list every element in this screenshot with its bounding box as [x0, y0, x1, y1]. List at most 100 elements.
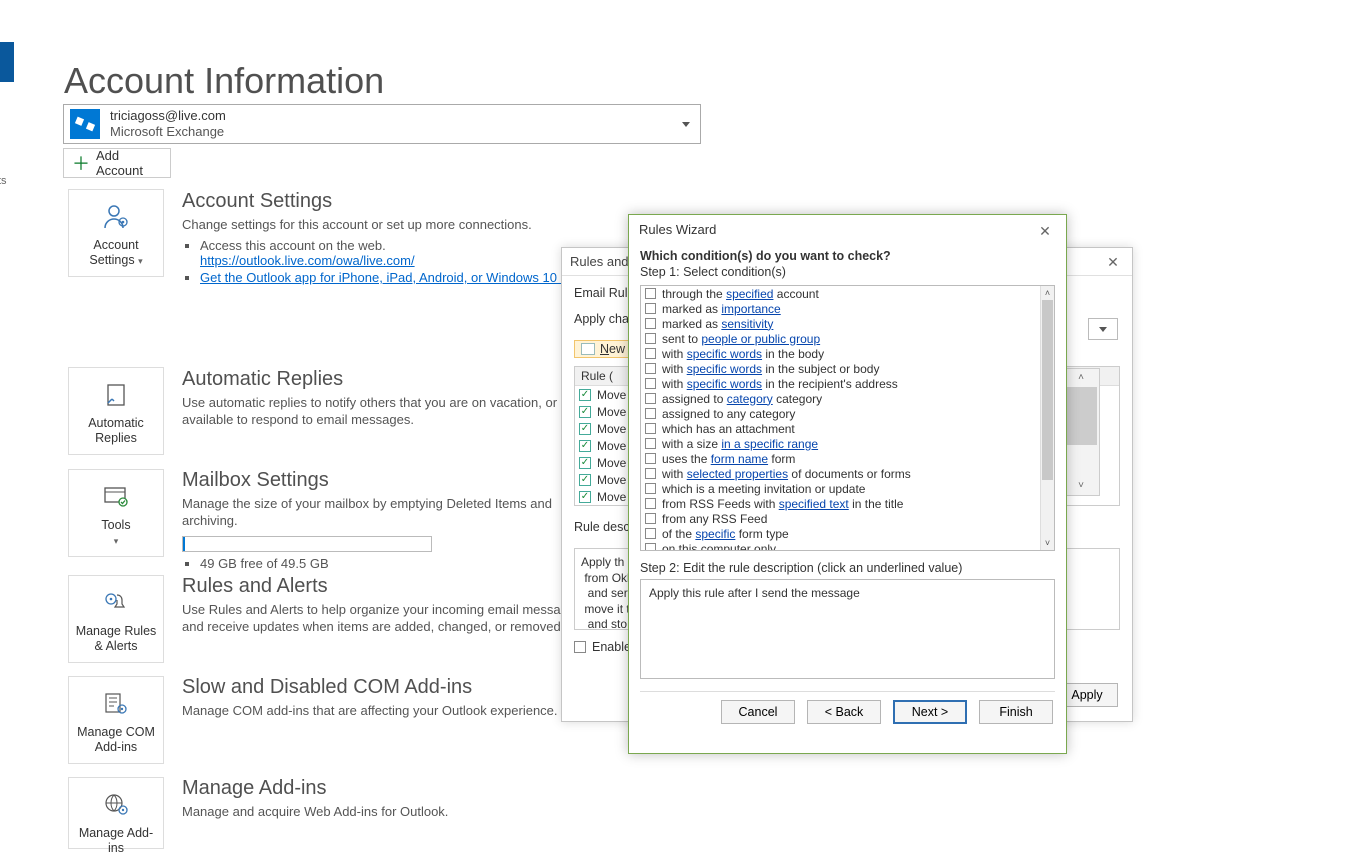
- page-title: Account Information: [64, 60, 384, 102]
- account-type: Microsoft Exchange: [110, 124, 682, 140]
- condition-checkbox[interactable]: [645, 393, 656, 404]
- conditions-scrollbar[interactable]: ˄ ˅: [1040, 286, 1054, 550]
- condition-link[interactable]: in a specific range: [721, 437, 818, 451]
- condition-checkbox[interactable]: [645, 303, 656, 314]
- rule-checkbox[interactable]: [579, 491, 591, 503]
- wizard-step2-label: Step 2: Edit the rule description (click…: [640, 561, 1055, 575]
- condition-link[interactable]: selected properties: [687, 467, 788, 481]
- tile-manage-com-addins[interactable]: Manage COM Add-ins: [68, 676, 164, 764]
- tile-label: Tools▾: [73, 518, 159, 548]
- conditions-listbox[interactable]: through the specified accountmarked as i…: [640, 285, 1055, 551]
- condition-link[interactable]: specific: [695, 527, 735, 541]
- rules-alerts-heading: Rules and Alerts: [182, 575, 602, 598]
- condition-link[interactable]: sensitivity: [721, 317, 773, 331]
- condition-checkbox[interactable]: [645, 513, 656, 524]
- condition-item[interactable]: through the specified account: [641, 286, 1040, 301]
- condition-link[interactable]: specific words: [687, 362, 762, 376]
- tile-manage-addins[interactable]: Manage Add-ins: [68, 777, 164, 849]
- condition-checkbox[interactable]: [645, 543, 656, 550]
- automatic-replies-icon: [73, 378, 159, 412]
- condition-item[interactable]: marked as sensitivity: [641, 316, 1040, 331]
- condition-item[interactable]: uses the form name form: [641, 451, 1040, 466]
- account-settings-bullet1: Access this account on the web. https://…: [200, 238, 586, 268]
- condition-item[interactable]: with specific words in the recipient's a…: [641, 376, 1040, 391]
- condition-checkbox[interactable]: [645, 408, 656, 419]
- rule-checkbox[interactable]: [579, 457, 591, 469]
- tools-icon: [73, 480, 159, 514]
- condition-link[interactable]: specific words: [687, 377, 762, 391]
- condition-link[interactable]: specific words: [687, 347, 762, 361]
- rules-wizard-dialog: Rules Wizard ✕ Which condition(s) do you…: [628, 214, 1067, 754]
- web-addins-icon: [73, 788, 159, 822]
- condition-link[interactable]: specified text: [779, 497, 849, 511]
- outlook-app-link[interactable]: Get the Outlook app for iPhone, iPad, An…: [200, 270, 586, 285]
- condition-item[interactable]: assigned to category category: [641, 391, 1040, 406]
- mailbox-settings-heading: Mailbox Settings: [182, 469, 602, 492]
- condition-item[interactable]: of the specific form type: [641, 526, 1040, 541]
- condition-checkbox[interactable]: [645, 288, 656, 299]
- condition-checkbox[interactable]: [645, 378, 656, 389]
- condition-checkbox[interactable]: [645, 483, 656, 494]
- tile-account-settings[interactable]: Account Settings ▾: [68, 189, 164, 277]
- new-rule-icon: [581, 343, 595, 355]
- condition-link[interactable]: form name: [711, 452, 768, 466]
- manage-addins-heading: Manage Add-ins: [182, 777, 448, 800]
- enable-rules-label: Enable: [592, 640, 631, 654]
- condition-checkbox[interactable]: [645, 333, 656, 344]
- rule-checkbox[interactable]: [579, 474, 591, 486]
- rule-checkbox[interactable]: [579, 423, 591, 435]
- mailbox-storage-bar: [182, 536, 432, 552]
- condition-checkbox[interactable]: [645, 528, 656, 539]
- condition-item[interactable]: with a size in a specific range: [641, 436, 1040, 451]
- condition-item[interactable]: which is a meeting invitation or update: [641, 481, 1040, 496]
- account-email: triciagoss@live.com: [110, 108, 682, 124]
- condition-checkbox[interactable]: [645, 453, 656, 464]
- rules-alerts-icon: [73, 586, 159, 620]
- condition-item[interactable]: with selected properties of documents or…: [641, 466, 1040, 481]
- condition-link[interactable]: people or public group: [701, 332, 820, 346]
- condition-checkbox[interactable]: [645, 468, 656, 479]
- rule-checkbox[interactable]: [579, 389, 591, 401]
- add-account-button[interactable]: ＋ Add Account: [63, 148, 171, 178]
- condition-checkbox[interactable]: [645, 348, 656, 359]
- close-icon[interactable]: ✕: [1028, 219, 1062, 243]
- close-icon[interactable]: ✕: [1096, 250, 1130, 274]
- wizard-description-box[interactable]: Apply this rule after I send the message: [640, 579, 1055, 679]
- finish-button[interactable]: Finish: [979, 700, 1053, 724]
- condition-checkbox[interactable]: [645, 423, 656, 434]
- condition-checkbox[interactable]: [645, 438, 656, 449]
- condition-link[interactable]: category: [727, 392, 773, 406]
- account-selector[interactable]: triciagoss@live.com Microsoft Exchange: [63, 104, 701, 144]
- tile-automatic-replies[interactable]: Automatic Replies: [68, 367, 164, 455]
- cancel-button[interactable]: Cancel: [721, 700, 795, 724]
- rules-scrollbar[interactable]: ˄˅: [1062, 368, 1100, 496]
- tile-manage-rules[interactable]: Manage Rules & Alerts: [68, 575, 164, 663]
- enable-rules-checkbox[interactable]: [574, 641, 586, 653]
- rules-dropdown[interactable]: [1088, 318, 1118, 340]
- tile-label: Manage Add-ins: [73, 826, 159, 856]
- condition-item[interactable]: with specific words in the body: [641, 346, 1040, 361]
- condition-link[interactable]: importance: [721, 302, 780, 316]
- next-button[interactable]: Next >: [893, 700, 967, 724]
- back-button[interactable]: < Back: [807, 700, 881, 724]
- rules-wizard-titlebar[interactable]: Rules Wizard ✕: [629, 215, 1066, 245]
- condition-checkbox[interactable]: [645, 498, 656, 509]
- condition-item[interactable]: from any RSS Feed: [641, 511, 1040, 526]
- condition-item[interactable]: which has an attachment: [641, 421, 1040, 436]
- condition-item[interactable]: on this computer only: [641, 541, 1040, 550]
- rule-checkbox[interactable]: [579, 406, 591, 418]
- plus-icon: ＋: [72, 150, 90, 176]
- person-gear-icon: [73, 200, 159, 234]
- owa-link[interactable]: https://outlook.live.com/owa/live.com/: [200, 253, 415, 268]
- condition-item[interactable]: assigned to any category: [641, 406, 1040, 421]
- rule-checkbox[interactable]: [579, 440, 591, 452]
- condition-checkbox[interactable]: [645, 363, 656, 374]
- condition-link[interactable]: specified: [726, 287, 773, 301]
- condition-item[interactable]: with specific words in the subject or bo…: [641, 361, 1040, 376]
- tile-tools[interactable]: Tools▾: [68, 469, 164, 557]
- condition-item[interactable]: sent to people or public group: [641, 331, 1040, 346]
- condition-item[interactable]: marked as importance: [641, 301, 1040, 316]
- condition-checkbox[interactable]: [645, 318, 656, 329]
- wizard-question: Which condition(s) do you want to check?: [640, 249, 1055, 263]
- condition-item[interactable]: from RSS Feeds with specified text in th…: [641, 496, 1040, 511]
